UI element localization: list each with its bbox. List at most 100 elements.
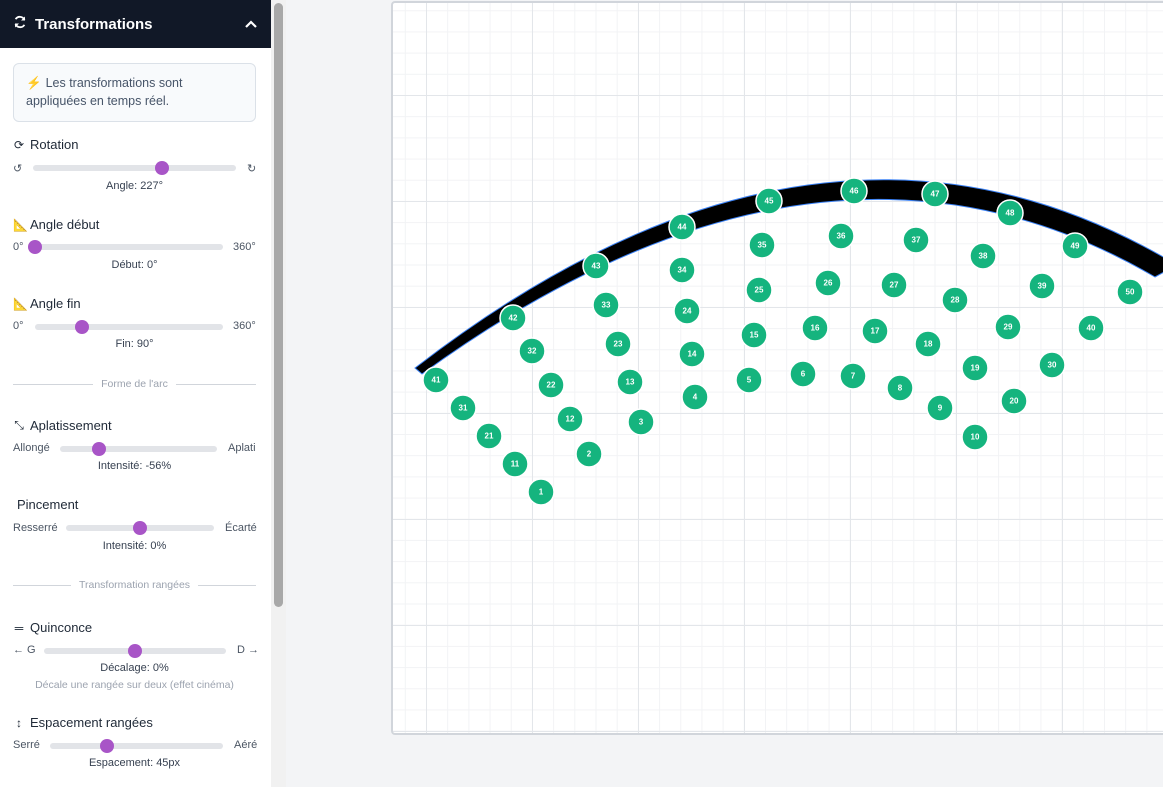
info-text: Les transformations sont appliquées en t… (26, 76, 183, 108)
slider-thumb[interactable] (154, 161, 169, 175)
seat[interactable]: 43 (582, 252, 610, 280)
seat[interactable]: 44 (668, 213, 696, 241)
seat[interactable]: 10 (961, 423, 989, 451)
seat[interactable]: 36 (827, 222, 855, 250)
seat[interactable]: 22 (537, 371, 565, 399)
seat[interactable]: 12 (556, 405, 584, 433)
refresh-icon: ⟳ (13, 137, 25, 152)
seat[interactable]: 35 (748, 231, 776, 259)
seat-number: 12 (566, 415, 575, 424)
pinch-slider[interactable] (66, 521, 214, 535)
spacing-slider[interactable] (50, 739, 223, 753)
seat-number: 31 (459, 404, 468, 413)
slider-thumb[interactable] (100, 739, 115, 753)
seat-number: 27 (890, 281, 899, 290)
stagger-value: Décalage: 0% (100, 662, 169, 674)
seat[interactable]: 40 (1077, 314, 1105, 342)
flatten-left-label: Allongé (13, 442, 50, 454)
angle-end-max: 360° (233, 320, 256, 332)
seat[interactable]: 39 (1028, 272, 1056, 300)
seat[interactable]: 29 (994, 313, 1022, 341)
seat[interactable]: 17 (861, 317, 889, 345)
seat[interactable]: 18 (914, 330, 942, 358)
seat-number: 13 (626, 378, 635, 387)
rotation-slider[interactable] (33, 161, 236, 175)
seat[interactable]: 27 (880, 271, 908, 299)
slider-thumb[interactable] (75, 320, 89, 334)
seat[interactable]: 31 (449, 394, 477, 422)
rotation-label: Rotation (30, 137, 79, 152)
stage-label: Virage (794, 159, 828, 174)
seat[interactable]: 47 (921, 180, 949, 208)
scrollbar-thumb[interactable] (274, 3, 283, 607)
seat-number: 5 (747, 376, 752, 385)
seat[interactable]: 41 (422, 366, 450, 394)
stagger-slider[interactable] (44, 644, 226, 658)
seat[interactable]: 37 (902, 226, 930, 254)
seat[interactable]: 11 (501, 450, 529, 478)
seat-number: 6 (801, 370, 806, 379)
seat[interactable]: 49 (1061, 232, 1089, 260)
bolt-icon: ⚡ (26, 76, 42, 90)
seat[interactable]: 7 (839, 362, 867, 390)
angle-end-min: 0° (13, 320, 24, 332)
seat[interactable]: 45 (755, 187, 783, 215)
seat-number: 16 (811, 324, 820, 333)
slider-thumb[interactable] (28, 240, 42, 254)
seat[interactable]: 3 (627, 408, 655, 436)
angle-start-max: 360° (233, 241, 256, 253)
seat[interactable]: 15 (740, 321, 768, 349)
seat[interactable]: 23 (604, 330, 632, 358)
seat-number: 26 (824, 279, 833, 288)
seat-number: 11 (511, 460, 520, 469)
seat[interactable]: 30 (1038, 351, 1066, 379)
flatten-slider[interactable] (60, 442, 217, 456)
seat[interactable]: 19 (961, 354, 989, 382)
seat[interactable]: 1 (527, 478, 555, 506)
seat[interactable]: 21 (475, 422, 503, 450)
equals-icon: ═ (14, 620, 24, 635)
seat[interactable]: 14 (678, 340, 706, 368)
vertical-arrows-icon: ↕ (16, 715, 22, 730)
angle-start-slider[interactable] (28, 240, 223, 254)
seat[interactable]: 42 (499, 304, 527, 332)
chevron-up-icon[interactable] (244, 16, 258, 32)
rows-section-divider: Transformation rangées (13, 578, 256, 592)
seat[interactable]: 48 (996, 199, 1024, 227)
seat[interactable]: 8 (886, 374, 914, 402)
seat[interactable]: 32 (518, 337, 546, 365)
seat[interactable]: 16 (801, 314, 829, 342)
seat-number: 9 (938, 404, 943, 413)
seat[interactable]: 24 (673, 297, 701, 325)
seat[interactable]: 20 (1000, 387, 1028, 415)
flatten-right-label: Aplati (228, 442, 256, 454)
seat[interactable]: 46 (840, 177, 868, 205)
panel-title: Transformations (35, 15, 153, 33)
seat[interactable]: 9 (926, 394, 954, 422)
seat[interactable]: 38 (969, 242, 997, 270)
seat[interactable]: 6 (789, 360, 817, 388)
pinch-left-label: Resserré (13, 522, 58, 534)
seating-canvas[interactable]: Virage 1 2 3 4 5 6 7 8 9 10 11 12 13 14 15 16 17 18 19 20 21… (391, 1, 1163, 735)
seat[interactable]: 5 (735, 366, 763, 394)
seat[interactable]: 2 (575, 440, 603, 468)
rotate-left-icon: ↺ (13, 163, 23, 175)
angle-end-slider[interactable] (35, 320, 223, 334)
angle-end-title: 📐 Angle fin (13, 296, 81, 311)
seat[interactable]: 28 (941, 286, 969, 314)
seat[interactable]: 13 (616, 368, 644, 396)
seat-number: 38 (979, 252, 988, 261)
seat[interactable]: 26 (814, 269, 842, 297)
slider-thumb[interactable] (133, 521, 147, 535)
spacing-right-label: Aéré (234, 739, 258, 751)
sidebar-scrollbar[interactable] (271, 0, 286, 787)
seat[interactable]: 4 (681, 383, 709, 411)
seat-number: 8 (898, 384, 903, 393)
seat[interactable]: 33 (592, 291, 620, 319)
seat[interactable]: 25 (745, 276, 773, 304)
seat[interactable]: 50 (1116, 278, 1144, 306)
seat[interactable]: 34 (668, 256, 696, 284)
slider-thumb[interactable] (92, 442, 107, 456)
slider-thumb[interactable] (128, 644, 142, 658)
panel-header[interactable]: Transformations (0, 0, 271, 48)
